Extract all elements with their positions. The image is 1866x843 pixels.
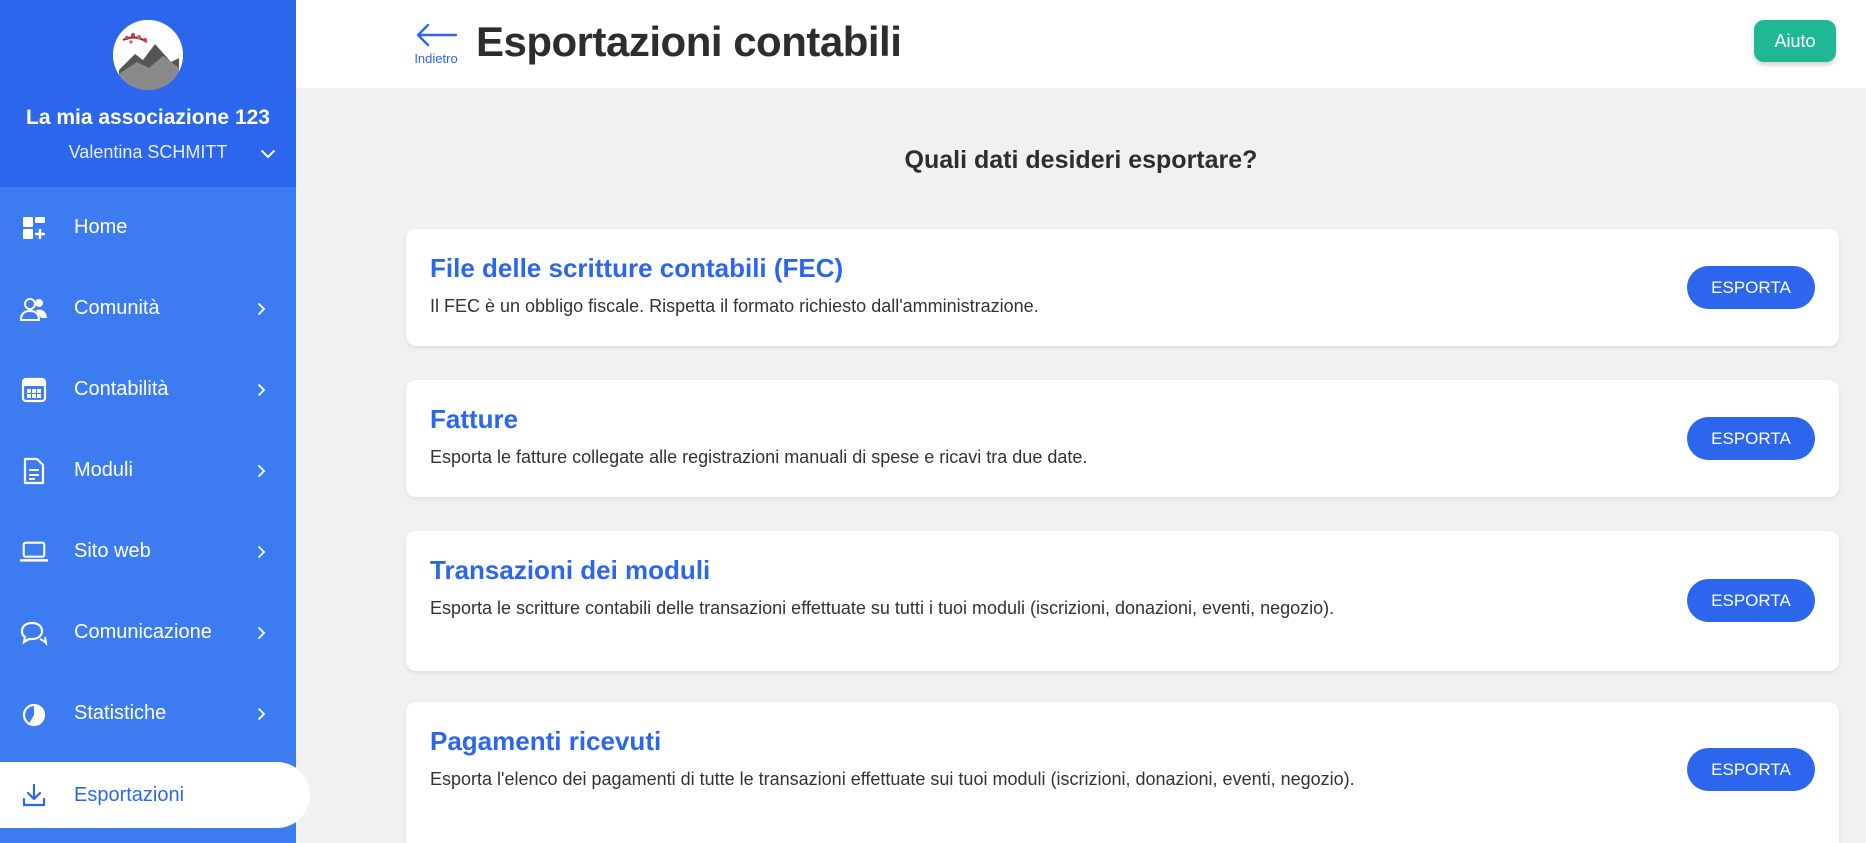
card-description: Esporta l'elenco dei pagamenti di tutte … xyxy=(430,769,1355,789)
download-icon xyxy=(20,781,48,809)
sidebar: La mia associazione 123 Valentina SCHMIT… xyxy=(0,0,310,843)
export-card-fec: File delle scritture contabili (FEC) Il … xyxy=(406,229,1839,346)
export-card-form-transactions: Transazioni dei moduli Esporta le scritt… xyxy=(406,531,1839,671)
sidebar-item-label: Sito web xyxy=(74,540,151,562)
sidebar-item-label: Comunicazione xyxy=(74,621,212,643)
export-button[interactable]: ESPORTA xyxy=(1687,748,1815,791)
chevron-down-icon[interactable] xyxy=(258,144,278,164)
user-name: Valentina SCHMITT xyxy=(68,142,228,162)
chevron-right-icon xyxy=(258,383,266,396)
export-card-invoices: Fatture Esporta le fatture collegate all… xyxy=(406,380,1839,497)
dashboard-icon xyxy=(20,214,48,242)
card-title: Fatture xyxy=(430,404,519,434)
card-description: Esporta le fatture collegate alle regist… xyxy=(430,447,1088,467)
chevron-right-icon xyxy=(258,464,266,477)
user-menu[interactable]: Valentina SCHMITT xyxy=(0,142,296,163)
chat-icon xyxy=(20,619,48,647)
card-description: Esporta le scritture contabili delle tra… xyxy=(430,598,1335,618)
sidebar-item-forms[interactable]: Moduli xyxy=(0,430,296,511)
calculator-icon xyxy=(20,376,48,404)
sidebar-item-website[interactable]: Sito web xyxy=(0,511,296,592)
sidebar-item-community[interactable]: Comunità xyxy=(0,268,296,349)
back-button[interactable]: Indietro xyxy=(408,22,464,66)
export-button[interactable]: ESPORTA xyxy=(1687,266,1815,309)
sidebar-item-accounting[interactable]: Contabilità xyxy=(0,349,296,430)
sidebar-item-statistics[interactable]: Statistiche xyxy=(0,673,296,754)
export-card-payments: Pagamenti ricevuti Esporta l'elenco dei … xyxy=(406,702,1839,843)
card-description: Il FEC è un obbligo fiscale. Rispetta il… xyxy=(430,296,1039,316)
pie-chart-icon xyxy=(20,700,48,728)
sidebar-item-label: Statistiche xyxy=(74,702,167,724)
sidebar-nav: Home Comunità Contabilità Moduli Sito we… xyxy=(0,187,310,828)
card-title: Transazioni dei moduli xyxy=(430,555,711,585)
sidebar-header: La mia associazione 123 Valentina SCHMIT… xyxy=(0,0,296,187)
back-label: Indietro xyxy=(414,51,458,66)
sidebar-item-label: Esportazioni xyxy=(74,783,185,806)
help-button[interactable]: Aiuto xyxy=(1754,20,1836,62)
chevron-right-icon xyxy=(258,302,266,315)
page-title: Esportazioni contabili xyxy=(476,18,902,65)
export-button[interactable]: ESPORTA xyxy=(1687,579,1815,622)
document-icon xyxy=(20,457,48,485)
laptop-icon xyxy=(20,538,48,566)
card-title: File delle scritture contabili (FEC) xyxy=(430,253,844,283)
section-question: Quali dati desideri esportare? xyxy=(904,146,1258,174)
chevron-right-icon xyxy=(258,626,266,639)
association-name: La mia associazione 123 xyxy=(26,106,270,129)
sidebar-item-label: Home xyxy=(74,216,128,238)
sidebar-item-exports[interactable]: Esportazioni xyxy=(0,762,310,828)
users-icon xyxy=(20,295,48,323)
association-logo[interactable] xyxy=(113,20,183,90)
sidebar-item-label: Comunità xyxy=(74,297,160,319)
page-header: Indietro Esportazioni contabili Aiuto xyxy=(296,0,1866,88)
sidebar-item-communication[interactable]: Comunicazione xyxy=(0,592,296,673)
arrow-left-icon xyxy=(416,23,458,47)
sidebar-item-label: Contabilità xyxy=(74,378,169,400)
chevron-right-icon xyxy=(258,707,266,720)
sidebar-item-label: Moduli xyxy=(74,459,133,481)
sidebar-item-home[interactable]: Home xyxy=(0,187,296,268)
chevron-right-icon xyxy=(258,545,266,558)
export-button[interactable]: ESPORTA xyxy=(1687,417,1815,460)
card-title: Pagamenti ricevuti xyxy=(430,726,662,756)
